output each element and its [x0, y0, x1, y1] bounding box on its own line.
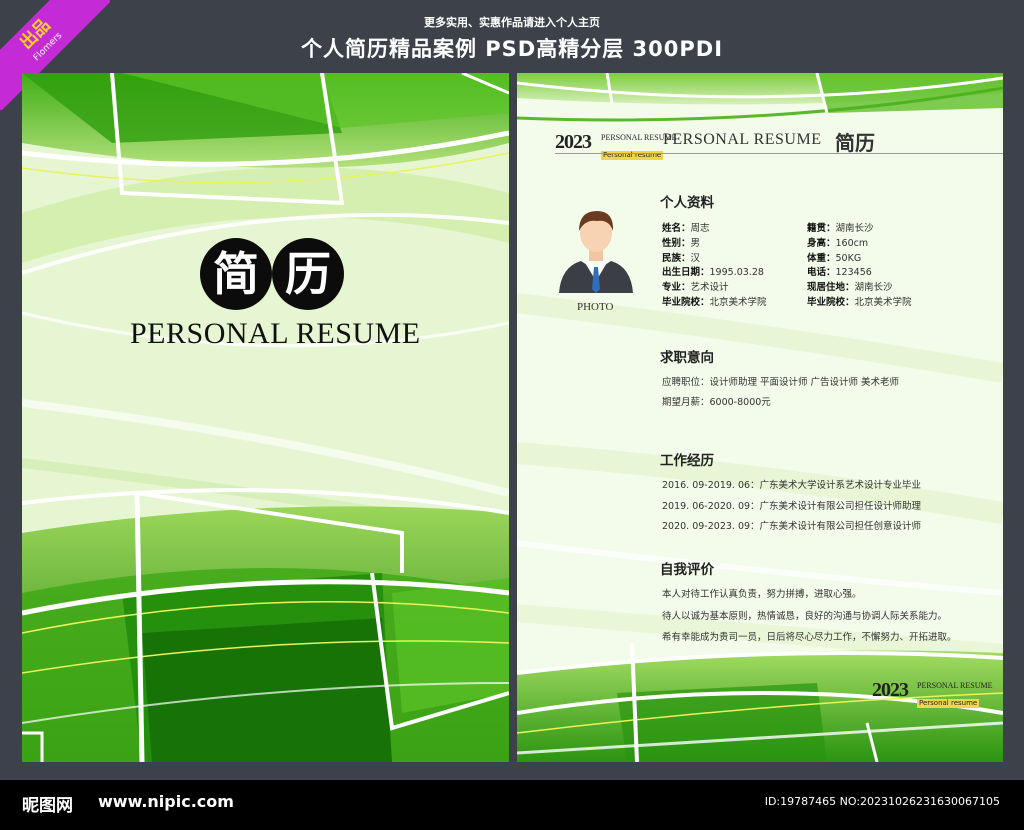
header-subtitle: 更多实用、实惠作品请进入个人主页	[424, 16, 600, 29]
info-row: 电话：123456	[807, 267, 872, 279]
footer-id: ID:19787465 NO:20231026231630067105	[764, 795, 1000, 808]
section-intent-heading: 求职意向	[660, 350, 714, 366]
resume-footer-small-sub: Personal resume	[917, 699, 980, 708]
photo-label: PHOTO	[577, 301, 614, 313]
footer-logo[interactable]: 昵图网	[22, 791, 73, 816]
self-line: 本人对待工作认真负责，努力拼搏，进取心强。	[662, 589, 862, 600]
info-row: 专业：艺术设计	[662, 282, 729, 294]
personal-info-right: 籍贯：湖南长沙 身高：160cm 体重：50KG 电话：123456 现居住地：…	[807, 222, 912, 311]
info-row: 体重：50KG	[807, 252, 862, 264]
work-line: 2016. 09-2019. 06：广东美术大学设计系艺术设计专业毕业	[662, 480, 922, 491]
info-row: 民族：汉	[662, 252, 701, 264]
cover-title-char-2: 历	[285, 247, 331, 301]
resume-footer-logo: 2023	[872, 679, 909, 702]
work-line: 2020. 09-2023. 09：广东美术设计有限公司担任创意设计师	[662, 521, 922, 532]
resume-background-art	[517, 73, 1003, 762]
info-row: 姓名：周志	[662, 223, 710, 234]
header-title: 个人简历精品案例 PSD高精分层 300PDI	[300, 37, 724, 61]
footer-url-link[interactable]: www.nipic.com	[98, 792, 234, 811]
resume-year-logo: 2023	[555, 131, 592, 154]
info-row: 出生日期：1995.03.28	[662, 267, 764, 279]
personal-info-left: 姓名：周志 性别：男 民族：汉 出生日期：1995.03.28 专业：艺术设计 …	[662, 222, 767, 311]
intent-line: 期望月薪：6000-8000元	[662, 397, 771, 408]
info-row: 身高：160cm	[807, 237, 869, 249]
cover-subtitle: PERSONAL RESUME	[130, 317, 421, 350]
resume-page: 2023 PERSONAL RESUME Personal resume PER…	[517, 73, 1003, 762]
work-line: 2019. 06-2020. 09：广东美术设计有限公司担任设计师助理	[662, 501, 922, 512]
section-personal-heading: 个人资料	[660, 195, 714, 211]
info-row: 性别：男	[662, 237, 701, 249]
resume-footer-caption: PERSONAL RESUME Personal resume	[917, 681, 993, 709]
cover-title-circle-li: 历	[272, 238, 344, 310]
resume-title-cn: 简历	[835, 131, 875, 155]
resume-footer-year: 2023	[872, 679, 909, 701]
self-line: 待人以诚为基本原则，热情诚恳，良好的沟通与协调人际关系能力。	[662, 611, 948, 622]
avatar-photo	[559, 211, 633, 293]
info-row: 毕业院校：北京美术学院	[807, 296, 912, 308]
resume-footer-small-en: PERSONAL RESUME	[917, 681, 993, 690]
intent-line: 应聘职位：设计师助理 平面设计师 广告设计师 美术老师	[662, 377, 900, 388]
self-line: 希有幸能成为贵司一员，日后将尽心尽力工作，不懈努力、开拓进取。	[662, 632, 957, 643]
info-row: 籍贯：湖南长沙	[807, 223, 874, 234]
cover-title-circle-jian: 简	[200, 238, 272, 310]
header-divider	[555, 153, 1003, 154]
resume-title-en: PERSONAL RESUME	[663, 131, 822, 148]
cover-background-art	[22, 73, 509, 762]
cover-page: 简 历 PERSONAL RESUME	[22, 73, 509, 762]
info-row: 毕业院校：北京美术学院	[662, 296, 767, 308]
section-self-heading: 自我评价	[660, 562, 714, 578]
cover-title-char-1: 简	[213, 247, 259, 301]
section-work-heading: 工作经历	[660, 453, 714, 469]
info-row: 现居住地：湖南长沙	[807, 282, 893, 294]
resume-year: 2023	[555, 131, 592, 153]
